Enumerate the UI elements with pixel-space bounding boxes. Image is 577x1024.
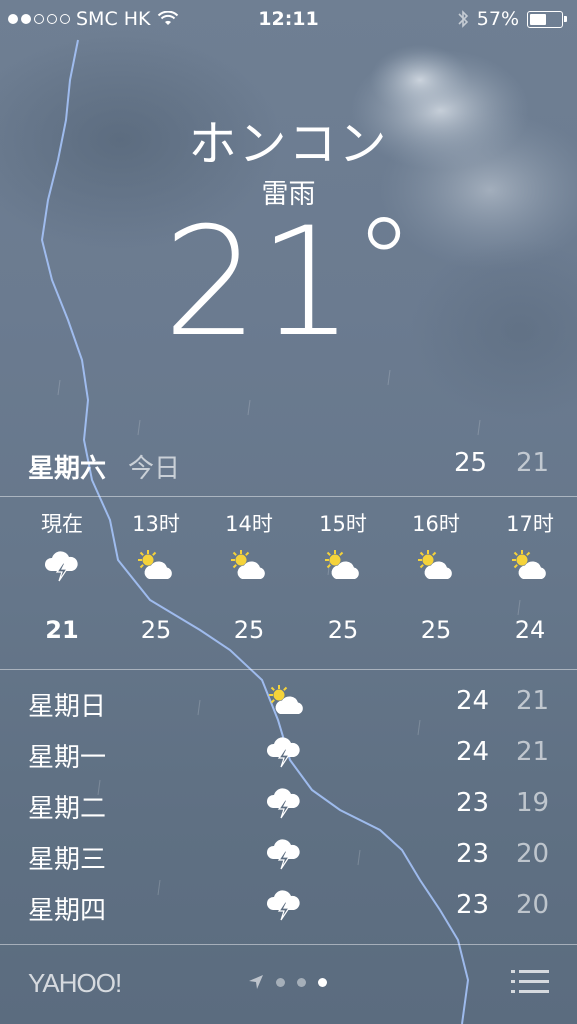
daily-low: 21 [516,737,550,767]
battery-percent: 57% [476,8,519,30]
hour-temp: 21 [45,616,79,644]
daily-row: 星期三 23 20 [0,837,577,881]
hourly-item: 現在 21 [16,508,108,644]
hourly-item: 17时 24 [484,508,576,644]
hour-temp: 25 [233,616,265,644]
daily-high: 24 [456,686,490,716]
footer-bar: YAHOO! [0,946,577,1024]
daily-low: 20 [516,839,550,869]
partly-sunny-icon [266,684,308,724]
hour-label: 15时 [319,512,367,536]
today-day: 星期六 [28,454,107,484]
page-dot[interactable] [297,977,306,987]
divider-middle [0,669,577,670]
daily-day: 星期四 [28,896,107,926]
daily-high: 23 [456,788,490,818]
hour-label: 16时 [412,512,460,536]
daily-row: 星期日 24 21 [0,684,577,728]
city-name: ホンコン [188,116,389,172]
divider-top [0,496,577,497]
hour-label: 14时 [225,512,273,536]
current-temperature: 21° [0,204,577,359]
daily-day: 星期二 [28,794,107,824]
yahoo-logo-button[interactable]: YAHOO! [28,968,122,999]
today-low: 21 [516,448,550,478]
hourly-forecast[interactable]: 現在 21 13时 25 14时 25 15时 25 16时 25 17时 24 [0,508,577,658]
daily-high: 24 [456,737,490,767]
status-bar: SMC HK 12:11 57% [0,0,577,38]
hour-label: 13时 [132,512,180,536]
daily-row: 星期二 23 19 [0,786,577,830]
daily-day: 星期三 [28,845,107,875]
hour-temp: 25 [420,616,452,644]
temperature-value: 21 [163,196,354,370]
daily-row: 星期一 24 21 [0,735,577,779]
daily-low: 19 [516,788,550,818]
hourly-item: 14时 25 [203,508,295,644]
thunderstorm-icon [266,837,308,877]
today-summary-row: 星期六 今日 25 21 [0,448,577,484]
divider-bottom [0,944,577,945]
hourly-item: 13时 25 [110,508,202,644]
page-dot-active[interactable] [318,977,327,987]
daily-day: 星期日 [28,692,107,722]
hourly-item: 15时 25 [297,508,389,644]
hour-temp: 25 [327,616,359,644]
daily-low: 21 [516,686,550,716]
daily-day: 星期一 [28,743,107,773]
partly-sunny-icon [203,536,295,596]
thunderstorm-icon [266,888,308,928]
daily-low: 20 [516,890,550,920]
bluetooth-icon [458,10,468,28]
location-arrow-icon [249,975,263,989]
hour-label: 17时 [506,512,554,536]
city-list-icon[interactable] [511,968,549,996]
thunderstorm-icon [266,786,308,826]
partly-sunny-icon [390,536,482,596]
battery-icon [527,10,567,28]
daily-row: 星期四 23 20 [0,888,577,932]
hourly-item: 16时 25 [390,508,482,644]
thunderstorm-icon [16,536,108,596]
page-dot[interactable] [276,977,285,987]
degree-symbol: ° [353,194,414,333]
partly-sunny-icon [110,536,202,596]
today-label: 今日 [128,454,181,484]
hour-label: 現在 [41,512,83,536]
hour-temp: 24 [514,616,546,644]
status-right: 57% [457,8,567,30]
today-high: 25 [454,448,488,478]
daily-high: 23 [456,839,490,869]
partly-sunny-icon [484,536,576,596]
thunderstorm-icon [266,735,308,775]
page-indicator[interactable] [248,974,327,990]
daily-high: 23 [456,890,490,920]
partly-sunny-icon [297,536,389,596]
hour-temp: 25 [140,616,172,644]
